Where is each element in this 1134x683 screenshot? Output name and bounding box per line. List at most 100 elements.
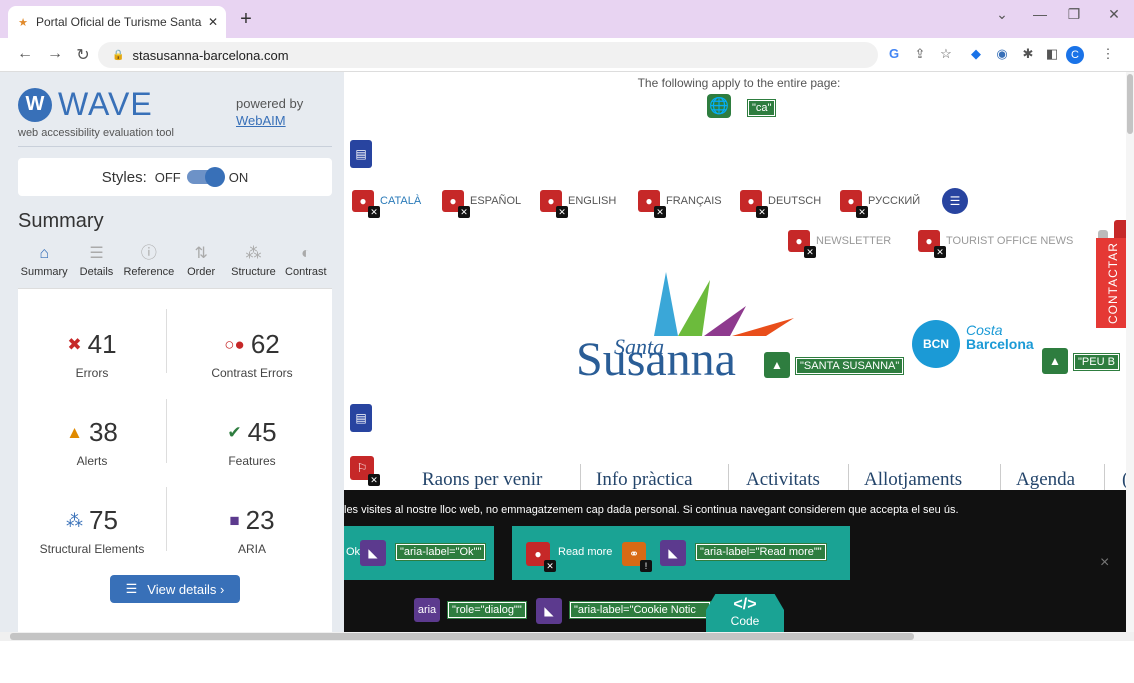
errors-label: Errors [75,366,109,380]
language-globe-icon[interactable]: 🌐 [707,94,731,118]
tab-order[interactable]: ⇅ Order [175,242,227,288]
wave-tagline: web accessibility evaluation tool [18,127,174,139]
lang-link-espanol[interactable]: ● ✕ ESPAÑOL [442,190,521,218]
share-icon[interactable]: ⇪ [910,46,930,64]
tab-structure[interactable]: ⁂ Structure [227,242,279,288]
header-landmark-icon[interactable]: ▤ [350,140,372,168]
wave-extension-icon[interactable]: ◉ [992,46,1012,64]
menu-item-allotjaments[interactable]: Allotjaments [864,469,962,491]
forward-icon[interactable]: → [44,45,66,63]
broken-link-icon: ● ✕ [788,230,816,258]
contrast-errors-count: 62 [250,329,280,359]
aria-label-tag-icon: ◣ [360,540,386,566]
link-alert-icon: ⚭! [622,542,652,572]
tab-search-icon[interactable]: ⌄ [982,6,1022,23]
site-favicon-icon: ★ [18,16,28,29]
structural-label: Structural Elements [39,542,145,556]
stat-features[interactable]: ✔ 45 Features [178,417,326,468]
read-more-label: Read more [558,546,613,558]
profile-avatar[interactable]: C [1066,46,1084,64]
tab-structure-label: Structure [231,266,276,278]
ok-label: Ok [346,546,361,558]
lang-link-catala[interactable]: ● ✕ CATALÀ [352,190,421,218]
alerts-label: Alerts [76,454,108,468]
aria-label-tag-icon[interactable]: ◣ [536,598,562,624]
santa-susanna-logo-rays [654,272,794,336]
stat-contrast-errors[interactable]: ○● 62 Contrast Errors [178,329,326,380]
features-count: 45 [247,417,277,447]
lang-link-deutsch[interactable]: ● ✕ DEUTSCH [740,190,821,218]
lang-label: "ca" [746,99,777,117]
extension-icon[interactable]: ◆ [966,46,986,64]
styles-toggle-box: Styles: OFF ON [18,158,332,196]
list-structure-icon[interactable]: ☰ [942,188,968,214]
close-tab-icon[interactable]: ✕ [208,15,218,29]
styles-toggle[interactable] [186,167,225,187]
aria-icon[interactable]: aria [414,598,440,622]
tab-title: Portal Oficial de Turisme Santa Su [36,15,204,29]
tab-contrast[interactable]: ◐ Contrast [280,242,332,288]
tab-reference-label: Reference [123,266,175,278]
lang-link-francais[interactable]: ● ✕ FRANÇAIS [638,190,722,218]
tab-summary[interactable]: ⌂ Summary [18,242,70,288]
lang-link-label: ENGLISH [568,195,617,207]
url-text: stasusanna-barcelona.com [132,47,289,63]
contrast-icon: ◐ [300,245,311,262]
wave-logo-text: WAVE [58,86,153,122]
info-icon: ⓘ [140,245,157,262]
order-icon: ⇅ [194,245,208,262]
close-window-button[interactable]: ✕ [1094,6,1134,23]
menu-item-raons[interactable]: Raons per venir [422,469,542,491]
ok-button[interactable]: Ok ◣ "aria-label="Ok"" [344,526,494,580]
tourist-news-label: TOURIST OFFICE NEWS [946,235,1074,247]
alerts-count: 38 [88,417,118,447]
restore-button[interactable]: ❐ [1054,6,1094,23]
stat-structural[interactable]: ⁂ 75 Structural Elements [18,505,166,556]
webaim-link[interactable]: WebAIM [236,113,303,128]
powered-by: powered by WebAIM [236,96,303,128]
url-bar[interactable]: 🔒 stasusanna-barcelona.com [98,42,878,68]
code-toggle-button[interactable]: </> Code [706,594,784,632]
logo-susanna: Susanna [576,333,736,386]
vertical-scrollbar[interactable] [1126,72,1134,632]
lang-link-russian[interactable]: ● ✕ РУССКИЙ [840,190,920,218]
aria-label: ARIA [237,542,266,556]
scroll-thumb[interactable] [10,633,914,640]
features-label: Features [228,454,276,468]
browser-menu-icon[interactable]: ⋮ [1098,46,1118,64]
view-details-button[interactable]: ☰ View details › [110,575,240,603]
extensions-puzzle-icon[interactable]: ✱ [1018,46,1038,64]
cookie-close-icon[interactable]: × [1100,554,1109,572]
menu-item-info[interactable]: Info pràctica [596,469,693,491]
nav-landmark-icon[interactable]: ▤ [350,404,372,432]
summary-heading: Summary [18,210,104,232]
google-icon[interactable]: G [884,46,904,64]
lock-icon[interactable]: 🔒 [112,50,124,61]
new-tab-button[interactable]: + [236,8,256,31]
menu-item-activitats[interactable]: Activitats [746,469,820,491]
back-icon[interactable]: ← [14,45,36,63]
tab-summary-label: Summary [20,266,68,278]
side-panel-icon[interactable]: ◧ [1042,46,1062,64]
tourist-news-link[interactable]: ● ✕ TOURIST OFFICE NEWS [918,230,1074,258]
contact-button[interactable]: CONTACTAR [1096,238,1130,328]
powered-by-text: powered by [236,96,304,111]
browser-tab[interactable]: ★ Portal Oficial de Turisme Santa Su ✕ [8,6,226,38]
reload-icon[interactable]: ↻ [72,45,94,65]
tab-details[interactable]: ☰ Details [70,242,122,288]
read-more-button[interactable]: ● ✕ Read more ⚭! ◣ "aria-label="Read more… [512,526,850,580]
newsletter-link[interactable]: ● ✕ NEWSLETTER [788,230,891,258]
horizontal-scrollbar[interactable] [0,632,1134,641]
stat-alerts[interactable]: ▲ 38 Alerts [18,417,166,468]
image-alt-icon[interactable]: ▲ [764,352,790,378]
image-alt-icon[interactable]: ▲ [1042,348,1068,374]
scroll-thumb[interactable] [1127,74,1133,134]
structure-icon: ⁂ [66,510,84,530]
bookmark-star-icon[interactable]: ☆ [936,46,956,64]
tab-reference[interactable]: ⓘ Reference [123,242,175,288]
lang-link-english[interactable]: ● ✕ ENGLISH [540,190,617,218]
stat-errors[interactable]: ✖ 41 Errors [18,329,166,380]
menu-item-agenda[interactable]: Agenda [1016,469,1075,491]
errors-count: 41 [87,329,117,359]
stat-aria[interactable]: ■ 23 ARIA [178,505,326,556]
